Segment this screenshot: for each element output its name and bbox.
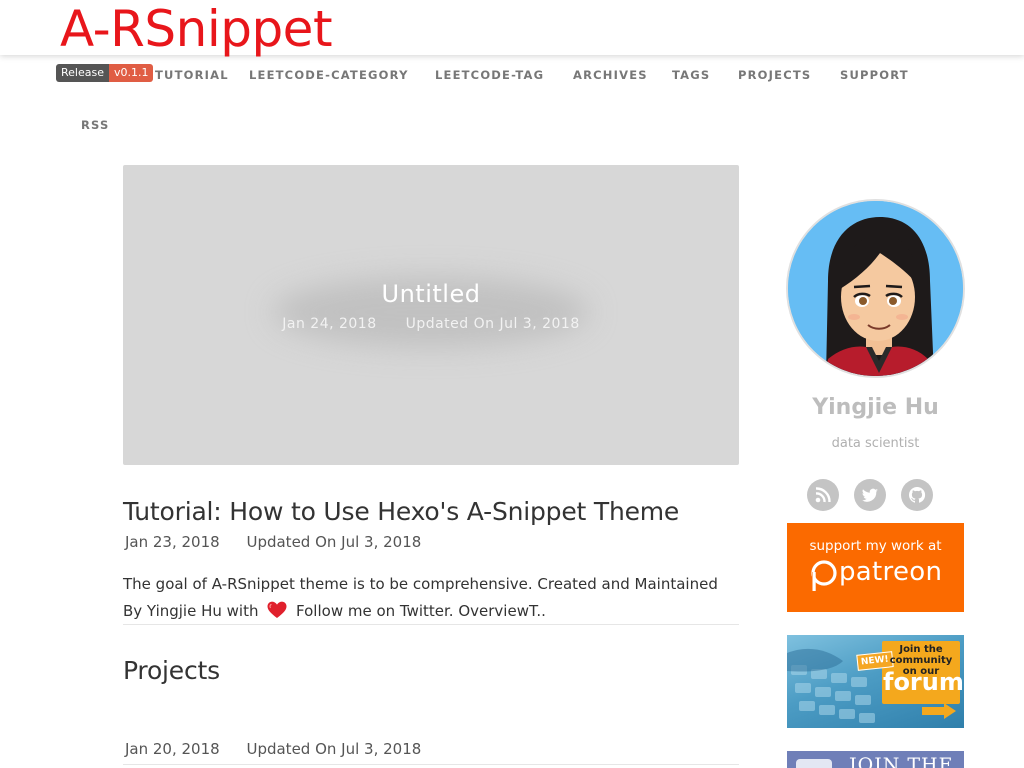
heart-icon [267,601,287,618]
arrow-icon [922,703,956,719]
twitter-icon[interactable] [854,479,886,511]
nav-archives[interactable]: ARCHIVES [573,68,648,82]
featured-post-title[interactable]: Untitled [123,280,739,308]
patreon-wordmark: patreon [839,557,943,587]
post-title-projects[interactable]: Projects [123,656,220,685]
nav-support[interactable]: SUPPORT [840,68,909,82]
post-meta-projects: Jan 20, 2018 Updated On Jul 3, 2018 [125,740,421,758]
nav-leetcode-tag[interactable]: LEETCODE-TAG [435,68,544,82]
author-name: Yingjie Hu [812,395,939,420]
post-date: Jan 20, 2018 [125,740,220,758]
release-badge[interactable]: Release v0.1.1 [56,64,154,82]
avatar-illustration [788,201,963,376]
patreon-tagline: support my work at [809,538,942,554]
nav-tags[interactable]: TAGS [672,68,710,82]
featured-post-date: Jan 24, 2018 [282,316,377,332]
post-meta: Jan 23, 2018 Updated On Jul 3, 2018 [125,533,421,551]
rss-icon[interactable] [807,479,839,511]
nav-leetcode-category[interactable]: LEETCODE-CATEGORY [249,68,409,82]
patreon-logo-icon [811,560,837,591]
author-role: data scientist [831,436,920,451]
forum-word: forum [883,668,964,696]
post-updated: Updated On Jul 3, 2018 [246,740,422,758]
join-banner-text: JOIN THE [849,754,954,768]
post-updated: Updated On Jul 3, 2018 [246,533,422,551]
post-divider [123,764,739,765]
nav-rss[interactable]: RSS [81,118,110,132]
post-excerpt-text-end: Follow me on Twitter. OverviewT.. [296,602,546,620]
post-divider [123,624,739,625]
post-date: Jan 23, 2018 [125,533,220,551]
post-excerpt: The goal of A-RSnippet theme is to be co… [123,571,739,625]
featured-post-card[interactable]: Untitled Jan 24, 2018 Updated On Jul 3, … [123,165,739,465]
release-badge-label: Release [56,64,109,82]
post-title[interactable]: Tutorial: How to Use Hexo's A-Snippet Th… [123,497,679,526]
join-banner[interactable]: JOIN THE [787,751,964,768]
release-badge-version: v0.1.1 [108,64,154,82]
forum-banner[interactable]: NEW! Join the community on our forum [787,635,964,728]
nav-projects[interactable]: PROJECTS [738,68,811,82]
github-icon[interactable] [901,479,933,511]
main-nav: TUTORIAL LEETCODE-CATEGORY LEETCODE-TAG … [0,55,1024,155]
chat-bubble-icon [796,759,832,768]
author-avatar [786,199,965,378]
patreon-banner[interactable]: support my work at patreon [787,523,964,612]
nav-tutorial[interactable]: TUTORIAL [155,68,229,82]
featured-post-updated: Updated On Jul 3, 2018 [405,316,580,332]
featured-post-meta: Jan 24, 2018 Updated On Jul 3, 2018 [123,316,739,332]
site-title[interactable]: A-RSnippet [60,1,333,57]
site-header: A-RSnippet [0,0,1024,57]
